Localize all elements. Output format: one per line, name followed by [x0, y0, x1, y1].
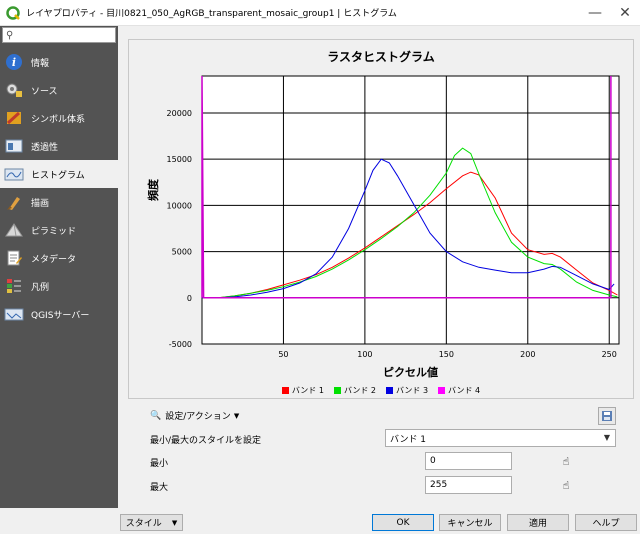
x-tick-label: 100 — [357, 350, 372, 359]
sidebar-item-label: メタデータ — [31, 254, 77, 265]
x-tick-label: 250 — [602, 350, 617, 359]
sidebar-item-label: シンボル体系 — [31, 114, 86, 125]
max-value-field[interactable]: 255 — [425, 476, 512, 494]
svg-text:i: i — [12, 56, 16, 69]
chart-legend: バンド 1 バンド 2 バンド 3 バンド 4 — [129, 385, 633, 396]
y-tick-label: 10000 — [167, 201, 192, 210]
server-icon — [4, 305, 24, 323]
sidebar-item-label: 透過性 — [31, 142, 59, 153]
qgis-logo-icon — [6, 5, 20, 20]
plot-area — [201, 75, 620, 345]
x-tick-label: 150 — [439, 350, 454, 359]
minmax-style-label: 最小/最大のスタイルを設定 — [150, 436, 262, 446]
histogram-icon — [4, 165, 24, 183]
style-button-label: スタイル — [125, 519, 162, 529]
render-icon — [4, 193, 24, 211]
sidebar-search-input[interactable]: ⚲ — [2, 27, 116, 43]
y-tick-label: 0 — [187, 294, 192, 303]
settings-actions-menu[interactable]: 🔍 設定/アクション ▼ — [150, 409, 240, 423]
sidebar-item-label: ピラミッド — [31, 226, 77, 237]
window-title: レイヤプロパティ - 目川0821_050_AgRGB_transparent_… — [26, 9, 397, 19]
sidebar-item-label: ソース — [31, 86, 58, 97]
chevron-down-icon: ▼ — [603, 433, 610, 442]
metadata-icon — [4, 249, 24, 267]
minmax-style-value: バンド 1 — [390, 434, 427, 445]
apply-label: 適用 — [528, 519, 547, 529]
legend-item-band3: バンド 3 — [386, 385, 428, 396]
sidebar-item-label: 情報 — [31, 58, 50, 69]
ok-button[interactable]: OK — [372, 514, 434, 531]
save-chart-button[interactable] — [598, 407, 616, 425]
cancel-label: キャンセル — [447, 519, 493, 529]
legend-icon — [4, 277, 24, 295]
sidebar-item-label: 描画 — [31, 198, 50, 209]
y-tick-label: -5000 — [169, 340, 192, 349]
settings-magnifier-icon: 🔍 — [150, 410, 162, 421]
settings-actions-label: 設定/アクション — [165, 412, 231, 422]
histogram-plot: 50 100 150 200 250 -5000 0 5000 10000 15000 20000 ピ… — [146, 75, 620, 379]
y-axis-label: 頻度 — [146, 178, 160, 201]
transparency-icon — [4, 137, 24, 155]
x-tick-label: 50 — [278, 350, 288, 359]
minimize-icon: — — [588, 4, 602, 21]
sidebar-item-label: 凡例 — [31, 282, 50, 293]
sidebar-item-info[interactable]: i 情報 — [0, 48, 118, 76]
chevron-down-icon: ▼ — [171, 518, 178, 527]
y-tick-label: 5000 — [172, 248, 192, 257]
sidebar: ⚲ i 情報 ソース シンボル体系 透過性 ヒストグラム 描画 ピラミッド メタ… — [0, 26, 118, 508]
minmax-style-select[interactable]: バンド 1 ▼ — [385, 429, 616, 447]
search-icon: ⚲ — [6, 29, 14, 41]
sidebar-item-metadata[interactable]: メタデータ — [0, 244, 118, 272]
sidebar-item-histogram[interactable]: ヒストグラム — [0, 160, 118, 188]
sidebar-item-legend[interactable]: 凡例 — [0, 272, 118, 300]
pick-max-hand-icon[interactable]: ☝ — [559, 477, 573, 493]
info-icon: i — [4, 53, 24, 71]
symbology-icon — [4, 109, 24, 127]
apply-button[interactable]: 適用 — [507, 514, 569, 531]
save-icon — [602, 411, 612, 421]
help-button[interactable]: ヘルプ — [575, 514, 637, 531]
min-value-field[interactable]: 0 — [425, 452, 512, 470]
y-tick-label: 20000 — [167, 109, 192, 118]
pick-min-hand-icon[interactable]: ☝ — [559, 453, 573, 469]
style-menu-button[interactable]: スタイル ▼ — [120, 514, 183, 531]
chevron-down-icon: ▼ — [233, 411, 240, 420]
max-value: 255 — [430, 480, 448, 490]
sidebar-item-symbology[interactable]: シンボル体系 — [0, 104, 118, 132]
minimize-button[interactable]: — — [580, 0, 610, 26]
histogram-chart: ラスタヒストグラム 50 100 150 200 250 -5000 0 5000 10000 1… — [128, 39, 634, 399]
close-button[interactable]: ✕ — [610, 0, 640, 26]
min-label: 最小 — [150, 459, 169, 469]
sidebar-item-transparency[interactable]: 透過性 — [0, 132, 118, 160]
sidebar-item-pyramid[interactable]: ピラミッド — [0, 216, 118, 244]
title-bar: レイヤプロパティ - 目川0821_050_AgRGB_transparent_… — [0, 0, 640, 26]
sidebar-item-render[interactable]: 描画 — [0, 188, 118, 216]
max-label: 最大 — [150, 483, 169, 493]
legend-item-band1: バンド 1 — [281, 385, 324, 396]
legend-item-band4: バンド 4 — [438, 385, 480, 396]
pyramid-icon — [4, 221, 24, 239]
source-icon — [4, 81, 24, 99]
help-label: ヘルプ — [592, 519, 620, 529]
sidebar-item-label: QGISサーバー — [31, 310, 90, 321]
cancel-button[interactable]: キャンセル — [439, 514, 501, 531]
ok-label: OK — [396, 517, 410, 528]
min-value: 0 — [430, 456, 436, 466]
close-icon: ✕ — [619, 4, 631, 21]
x-tick-label: 200 — [520, 350, 535, 359]
sidebar-item-source[interactable]: ソース — [0, 76, 118, 104]
sidebar-item-label: ヒストグラム — [31, 170, 85, 181]
sidebar-item-qgis-server[interactable]: QGISサーバー — [0, 300, 118, 328]
x-axis-label: ピクセル値 — [383, 365, 438, 379]
legend-item-band2: バンド 2 — [333, 385, 376, 396]
y-tick-label: 15000 — [167, 155, 192, 164]
